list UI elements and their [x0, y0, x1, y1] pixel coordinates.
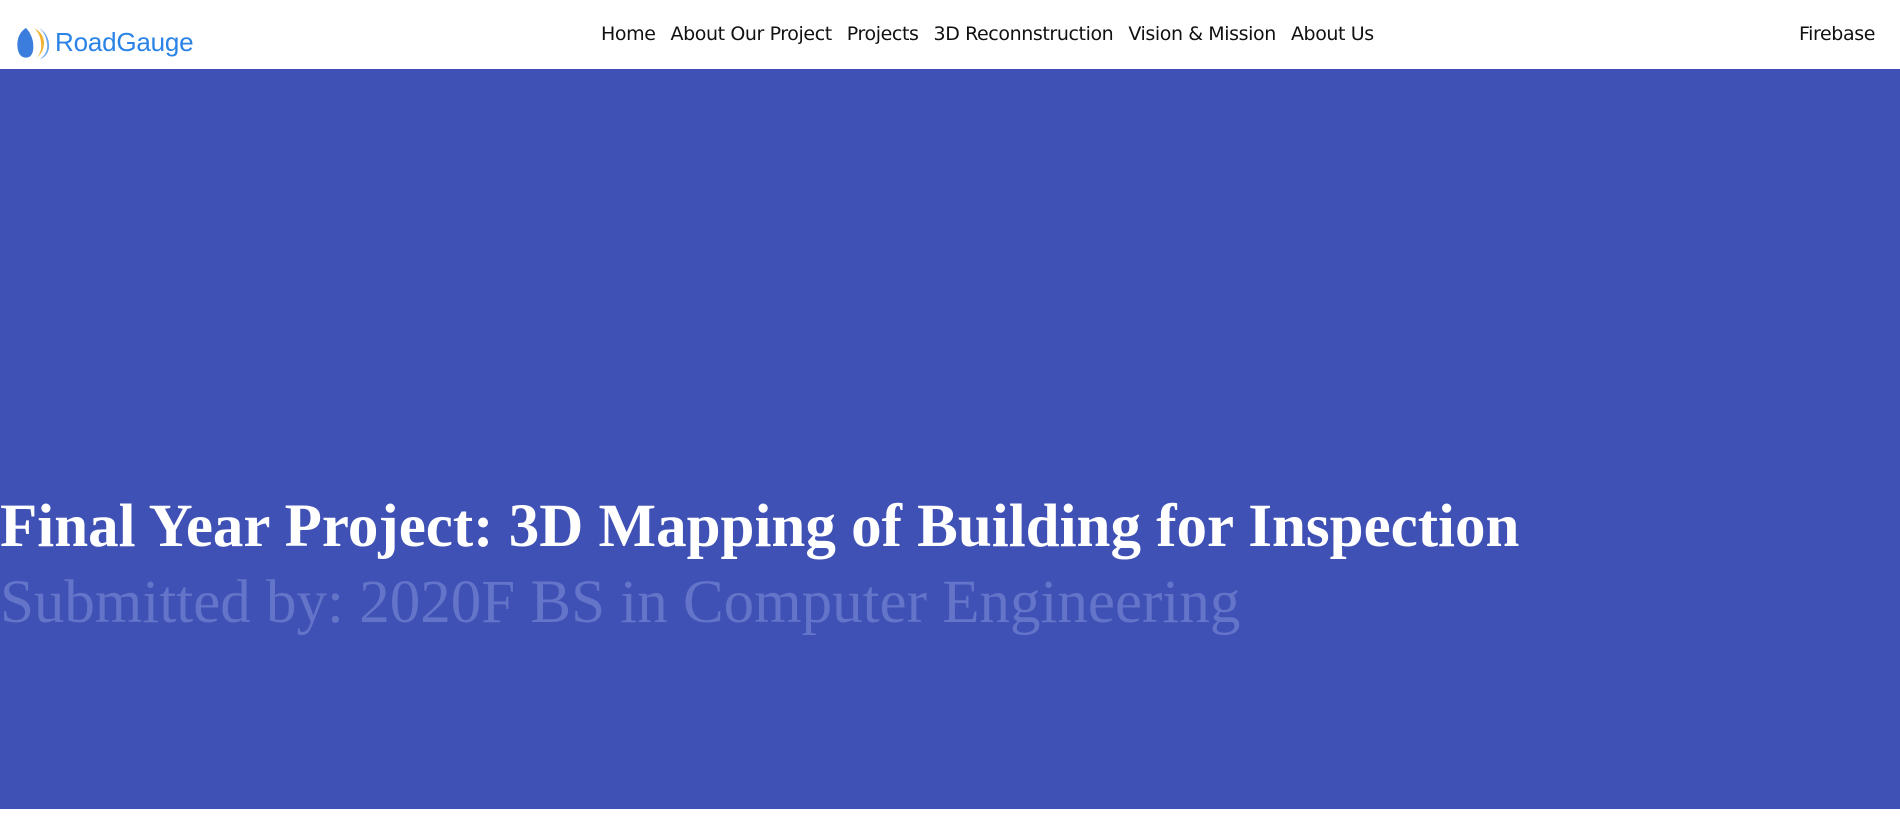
hero-title: Final Year Project: 3D Mapping of Buildi…	[0, 493, 1520, 560]
hero-subtitle: Submitted by: 2020F BS in Computer Engin…	[0, 569, 1241, 636]
nav-link-firebase[interactable]: Firebase	[1799, 20, 1875, 48]
brand-name: RoadGauge	[55, 27, 194, 57]
top-navbar: RoadGauge Home About Our Project Project…	[0, 0, 1900, 69]
nav-links: Home About Our Project Projects 3D Recon…	[601, 20, 1374, 48]
brand-link[interactable]: RoadGauge	[16, 23, 194, 61]
page-bottom-strip	[0, 809, 1900, 818]
nav-link-about-our-project[interactable]: About Our Project	[671, 20, 833, 48]
nav-link-3d-reconstruction[interactable]: 3D Reconnstruction	[934, 20, 1114, 48]
nav-link-vision-mission[interactable]: Vision & Mission	[1128, 20, 1276, 48]
nav-link-home[interactable]: Home	[601, 20, 656, 48]
roadgauge-logo-icon	[17, 28, 50, 59]
hero-banner: Final Year Project: 3D Mapping of Buildi…	[0, 69, 1900, 809]
nav-link-about-us[interactable]: About Us	[1291, 20, 1374, 48]
nav-link-projects[interactable]: Projects	[847, 20, 919, 48]
